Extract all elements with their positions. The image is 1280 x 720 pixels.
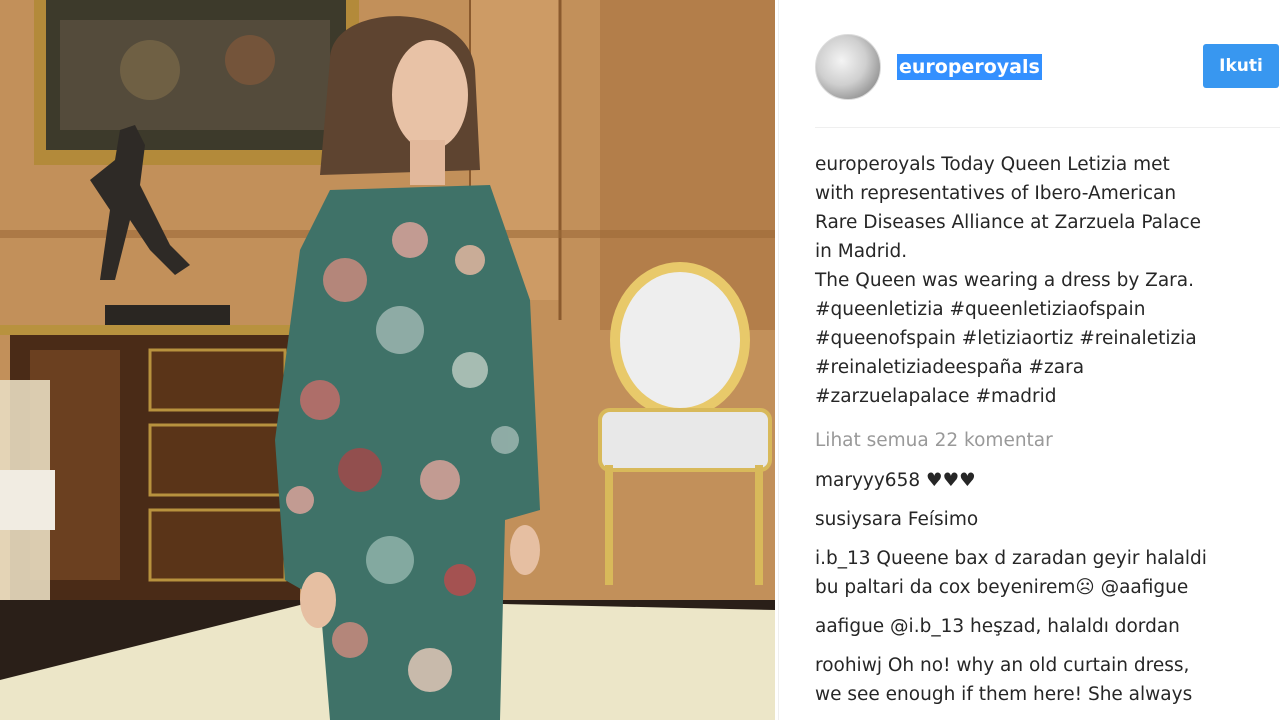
- comment-item: i.b_13 Queene bax d zaradan geyir halald…: [815, 544, 1275, 602]
- photo-illustration: [0, 0, 775, 720]
- caption-hashtags[interactable]: #reinaletiziadeespaña #zara: [815, 353, 1255, 382]
- caption-line: with representatives of Ibero-American: [815, 183, 1177, 204]
- comment-item: susiysara Feísimo: [815, 505, 1275, 534]
- username-link[interactable]: europeroyals: [897, 54, 1042, 80]
- header-divider: [815, 127, 1280, 128]
- comment-text: aafigue @i.b_13 heşzad, halaldı dordan: [815, 616, 1180, 637]
- follow-button[interactable]: Ikuti: [1203, 44, 1279, 88]
- caption-line: europeroyals Today Queen Letizia met: [815, 154, 1170, 175]
- avatar[interactable]: [815, 34, 881, 100]
- caption-line: in Madrid.: [815, 241, 908, 262]
- comment-text: bu paltari da cox beyenirem☹ @aafigue: [815, 577, 1189, 598]
- comment-text: roohiwj Oh no! why an old curtain dress,: [815, 655, 1190, 676]
- comment-text: i.b_13 Queene bax d zaradan geyir halald…: [815, 548, 1207, 569]
- caption-hashtags[interactable]: #zarzuelapalace #madrid: [815, 382, 1255, 411]
- comment-item: roohiwj Oh no! why an old curtain dress,…: [815, 651, 1275, 709]
- caption-hashtags[interactable]: #queenofspain #letiziaortiz #reinaletizi…: [815, 324, 1255, 353]
- post-detail-panel: europeroyals Ikuti europeroyals Today Qu…: [778, 0, 1280, 720]
- caption-hashtags[interactable]: #queenletizia #queenletiziaofspain: [815, 295, 1255, 324]
- comment-item: aafigue @i.b_13 heşzad, halaldı dordan: [815, 612, 1275, 641]
- comment-text: susiysara Feísimo: [815, 509, 979, 530]
- comment-list: maryyy658 ♥♥♥ susiysara Feísimo i.b_13 Q…: [815, 466, 1275, 719]
- post-caption: europeroyals Today Queen Letizia met wit…: [815, 150, 1255, 411]
- post-header: europeroyals Ikuti: [779, 0, 1280, 128]
- post-photo[interactable]: [0, 0, 775, 720]
- comment-item: maryyy658 ♥♥♥: [815, 466, 1275, 495]
- view-all-comments-link[interactable]: Lihat semua 22 komentar: [815, 426, 1053, 455]
- comment-text: maryyy658 ♥♥♥: [815, 470, 976, 491]
- caption-line: Rare Diseases Alliance at Zarzuela Palac…: [815, 212, 1202, 233]
- caption-line: The Queen was wearing a dress by Zara.: [815, 270, 1194, 291]
- comment-text: we see enough if them here! She always: [815, 684, 1193, 705]
